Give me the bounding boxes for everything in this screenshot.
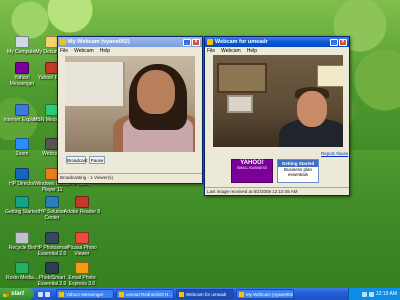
minimize-button[interactable]: _ xyxy=(330,38,338,46)
friend-webcam-menubar: File Webcam Help xyxy=(205,47,349,55)
friend-webcam-titlebar[interactable]: Webcam for umeadr _ × xyxy=(205,37,349,47)
taskbar-app-icon xyxy=(119,291,124,297)
ad-box-line2: essentials xyxy=(287,172,308,177)
taskbar-button[interactable]: umead Redneck03 H... xyxy=(116,289,174,299)
desktop-icon-label: Adobe Reader 8 xyxy=(63,209,101,215)
quick-launch-ie-icon[interactable] xyxy=(38,291,43,297)
webcam-app-icon xyxy=(207,39,213,45)
friend-webcam-status: Last image received at 8/2/2008 12:10:45… xyxy=(205,187,349,195)
my-webcam-menubar: File Webcam Help xyxy=(58,47,202,55)
clock: 12:19 AM xyxy=(375,291,397,297)
taskbar-button[interactable]: Webcam for umeadr xyxy=(176,289,234,299)
my-webcam-titlebar[interactable]: My Webcam (vyane002) _ × xyxy=(58,37,202,47)
pdf-icon xyxy=(75,196,89,208)
menu-webcam[interactable]: Webcam xyxy=(221,48,241,54)
windows-logo-icon xyxy=(3,291,9,297)
start-label: start xyxy=(11,291,25,297)
webcam-app-icon xyxy=(60,39,66,45)
close-button[interactable]: × xyxy=(339,38,347,46)
photosmart-icon xyxy=(45,262,59,274)
desktop-icon-label: Yahoo! Messenger xyxy=(9,75,35,87)
taskbar-app-icon xyxy=(59,291,64,297)
menu-webcam[interactable]: Webcam xyxy=(74,48,94,54)
close-button[interactable]: × xyxy=(192,38,200,46)
start-guide-icon xyxy=(15,196,29,208)
taskbar-button-label: Yahoo! Messenger xyxy=(66,291,104,297)
my-webcam-title: My Webcam (vyane002) xyxy=(68,39,130,45)
hp-photo-icon xyxy=(45,232,59,244)
my-webcam-window[interactable]: My Webcam (vyane002) _ × File Webcam Hel… xyxy=(57,36,203,184)
ad-yahoo-sub: SMALL BUSINESS xyxy=(236,166,268,170)
computer-icon xyxy=(15,36,29,48)
friend-webcam-title: Webcam for umeadr xyxy=(215,39,268,45)
system-tray: 12:19 AM xyxy=(348,288,400,300)
taskbar-button[interactable]: Yahoo! Messenger xyxy=(56,289,114,299)
taskbar-button-label: Webcam for umeadr xyxy=(186,291,227,297)
ie-icon xyxy=(15,104,29,116)
desktop-icon[interactable]: Adobe Reader 8 xyxy=(62,196,102,215)
desktop-icon-label: Zoom xyxy=(15,151,29,157)
getting-started-ad[interactable]: Getting Started Business plan essentials xyxy=(277,159,319,183)
ad-box-header: Getting Started xyxy=(278,160,318,167)
my-webcam-video xyxy=(65,56,195,152)
taskbar-button-label: umead Redneck03 H... xyxy=(126,291,173,297)
tray-messenger-icon[interactable] xyxy=(361,291,367,297)
hp-solution-icon xyxy=(45,196,59,208)
desktop-icon[interactable]: Picasa Photo Viewer xyxy=(62,232,102,257)
menu-help[interactable]: Help xyxy=(100,48,110,54)
taskbar-button[interactable]: My Webcam (vyane002) xyxy=(236,289,294,299)
taskbar: start Yahoo! Messenger umead Redneck03 H.… xyxy=(0,288,400,300)
menu-file[interactable]: File xyxy=(60,48,68,54)
taskbar-app-icon xyxy=(239,291,244,297)
taskbar-button-label: My Webcam (vyane002) xyxy=(246,291,294,297)
zoom-icon xyxy=(15,138,29,150)
quick-launch xyxy=(34,288,54,300)
taskbar-buttons: Yahoo! Messenger umead Redneck03 H... Webc… xyxy=(54,289,294,299)
desktop-icon-label: Picasa Photo Viewer xyxy=(67,245,97,257)
roxio-icon xyxy=(15,262,29,274)
start-button[interactable]: start xyxy=(0,288,34,300)
picasa-icon xyxy=(75,232,89,244)
pause-button[interactable]: Pause xyxy=(89,156,105,164)
quick-launch-desktop-icon[interactable] xyxy=(45,291,50,297)
tray-volume-icon[interactable] xyxy=(368,291,374,297)
my-webcam-status: Broadcasting - 1 Viewer(s) xyxy=(58,173,202,181)
broadcast-button[interactable]: Broadcast xyxy=(66,156,87,164)
friend-webcam-video xyxy=(213,55,343,147)
report-abuse-link[interactable]: Report Abuse xyxy=(321,151,348,156)
yahoo-small-business-ad[interactable]: YAHOO! SMALL BUSINESS xyxy=(231,159,273,183)
menu-help[interactable]: Help xyxy=(247,48,257,54)
taskbar-app-icon xyxy=(179,291,184,297)
friend-webcam-window[interactable]: Webcam for umeadr _ × File Webcam Help R… xyxy=(204,36,350,196)
desktop-icon-label: HP Director xyxy=(9,181,35,187)
recycle-bin-icon xyxy=(15,232,29,244)
minimize-button[interactable]: _ xyxy=(183,38,191,46)
desktop-icon-label: Email Photo Express 3.0 xyxy=(68,275,96,287)
hp-icon xyxy=(15,168,29,180)
email-photo-icon xyxy=(75,262,89,274)
menu-file[interactable]: File xyxy=(207,48,215,54)
messenger-icon xyxy=(15,62,29,74)
desktop-icon[interactable]: Email Photo Express 3.0 xyxy=(62,262,102,287)
